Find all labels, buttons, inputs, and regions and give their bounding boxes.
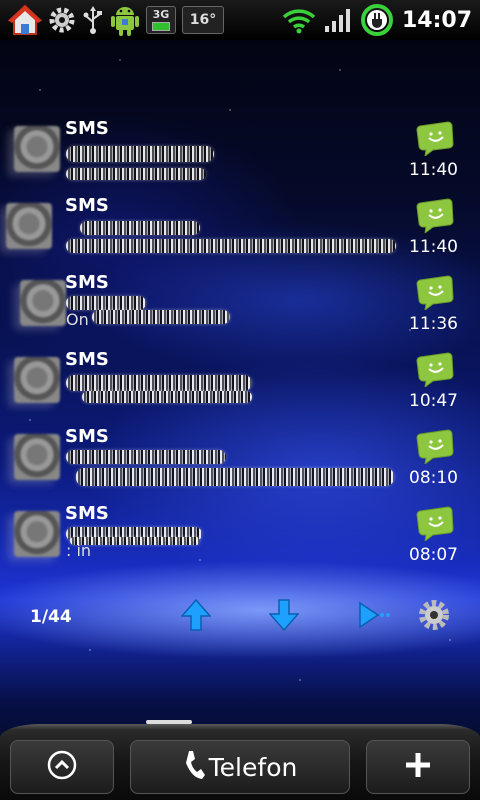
sms-title: SMS bbox=[65, 426, 109, 447]
phone-icon bbox=[183, 750, 205, 784]
status-bar: 3G 16° 14:07 bbox=[0, 0, 480, 40]
redacted-snippet bbox=[82, 391, 252, 403]
sms-time: 08:10 bbox=[409, 468, 458, 488]
redacted-snippet bbox=[70, 537, 200, 545]
phone-label: Telefon bbox=[208, 752, 298, 782]
temperature-label: 16° bbox=[189, 12, 217, 28]
wifi-icon bbox=[282, 6, 316, 34]
sms-bubble-icon bbox=[416, 120, 456, 160]
launcher-dock: Telefon bbox=[0, 724, 480, 800]
sms-title: SMS bbox=[65, 118, 109, 139]
sms-bubble-icon bbox=[416, 428, 456, 468]
sms-bubble-icon bbox=[416, 197, 456, 237]
widget-controls: 1/44 bbox=[0, 595, 480, 639]
sms-bubble-icon bbox=[416, 351, 456, 391]
redacted-snippet bbox=[66, 239, 396, 253]
arrow-right-dots-icon bbox=[356, 599, 392, 635]
sms-list-item[interactable]: SMS On 11:36 bbox=[0, 270, 480, 347]
sms-list: SMS 11:40 SMS 11:40 SMS On 11:36 SMS 10:… bbox=[0, 116, 480, 578]
settings-gear-icon bbox=[417, 598, 451, 636]
contact-avatar bbox=[14, 357, 60, 403]
sms-time: 11:36 bbox=[409, 314, 458, 334]
redacted-snippet bbox=[66, 168, 206, 180]
phone-button[interactable]: Telefon bbox=[130, 740, 350, 794]
redacted-sender bbox=[80, 221, 200, 235]
add-button[interactable] bbox=[366, 740, 470, 794]
sms-list-item[interactable]: SMS : in 08:07 bbox=[0, 501, 480, 578]
home-icon[interactable] bbox=[8, 4, 42, 36]
redacted-snippet bbox=[92, 310, 230, 324]
sms-title: SMS bbox=[65, 503, 109, 524]
signal-icon bbox=[324, 7, 352, 33]
plus-icon bbox=[404, 751, 432, 783]
arrow-up-icon bbox=[180, 598, 212, 635]
app-drawer-button[interactable] bbox=[10, 740, 114, 794]
sms-list-item[interactable]: SMS 11:40 bbox=[0, 193, 480, 270]
battery-charging-icon bbox=[360, 3, 394, 37]
previous-button[interactable] bbox=[178, 598, 214, 635]
sms-time: 11:40 bbox=[409, 160, 458, 180]
sms-time: 08:07 bbox=[409, 545, 458, 565]
sms-list-item[interactable]: SMS 08:10 bbox=[0, 424, 480, 501]
redacted-snippet bbox=[76, 468, 394, 486]
open-app-button[interactable] bbox=[356, 599, 392, 635]
sms-list-item[interactable]: SMS 11:40 bbox=[0, 116, 480, 193]
usb-icon bbox=[82, 6, 104, 34]
redacted-sender bbox=[66, 296, 146, 310]
contact-avatar bbox=[14, 126, 60, 172]
contact-avatar bbox=[14, 434, 60, 480]
battery-level-icon bbox=[152, 22, 170, 31]
chevron-up-circle-icon bbox=[46, 749, 78, 785]
status-clock: 14:07 bbox=[401, 7, 472, 33]
contact-avatar bbox=[20, 280, 66, 326]
sms-list-item[interactable]: SMS 10:47 bbox=[0, 347, 480, 424]
settings-button[interactable] bbox=[416, 599, 452, 635]
network-badge: 3G bbox=[146, 6, 176, 34]
sms-title: SMS bbox=[65, 195, 109, 216]
sms-snippet: On bbox=[66, 310, 89, 329]
redacted-sender bbox=[66, 146, 214, 162]
sms-bubble-icon bbox=[416, 505, 456, 545]
sms-time: 11:40 bbox=[409, 237, 458, 257]
redacted-sender bbox=[66, 375, 252, 391]
gear-icon[interactable] bbox=[48, 6, 76, 34]
temperature-badge: 16° bbox=[182, 6, 224, 34]
redacted-sender bbox=[66, 450, 226, 464]
android-icon bbox=[110, 3, 140, 37]
contact-avatar bbox=[14, 511, 60, 557]
sms-bubble-icon bbox=[416, 274, 456, 314]
contact-avatar bbox=[6, 203, 52, 249]
next-button[interactable] bbox=[266, 599, 302, 635]
sms-title: SMS bbox=[65, 272, 109, 293]
network-badge-label: 3G bbox=[152, 8, 170, 21]
sms-time: 10:47 bbox=[409, 391, 458, 411]
message-counter: 1/44 bbox=[30, 607, 72, 627]
arrow-down-icon bbox=[268, 599, 300, 635]
sms-title: SMS bbox=[65, 349, 109, 370]
